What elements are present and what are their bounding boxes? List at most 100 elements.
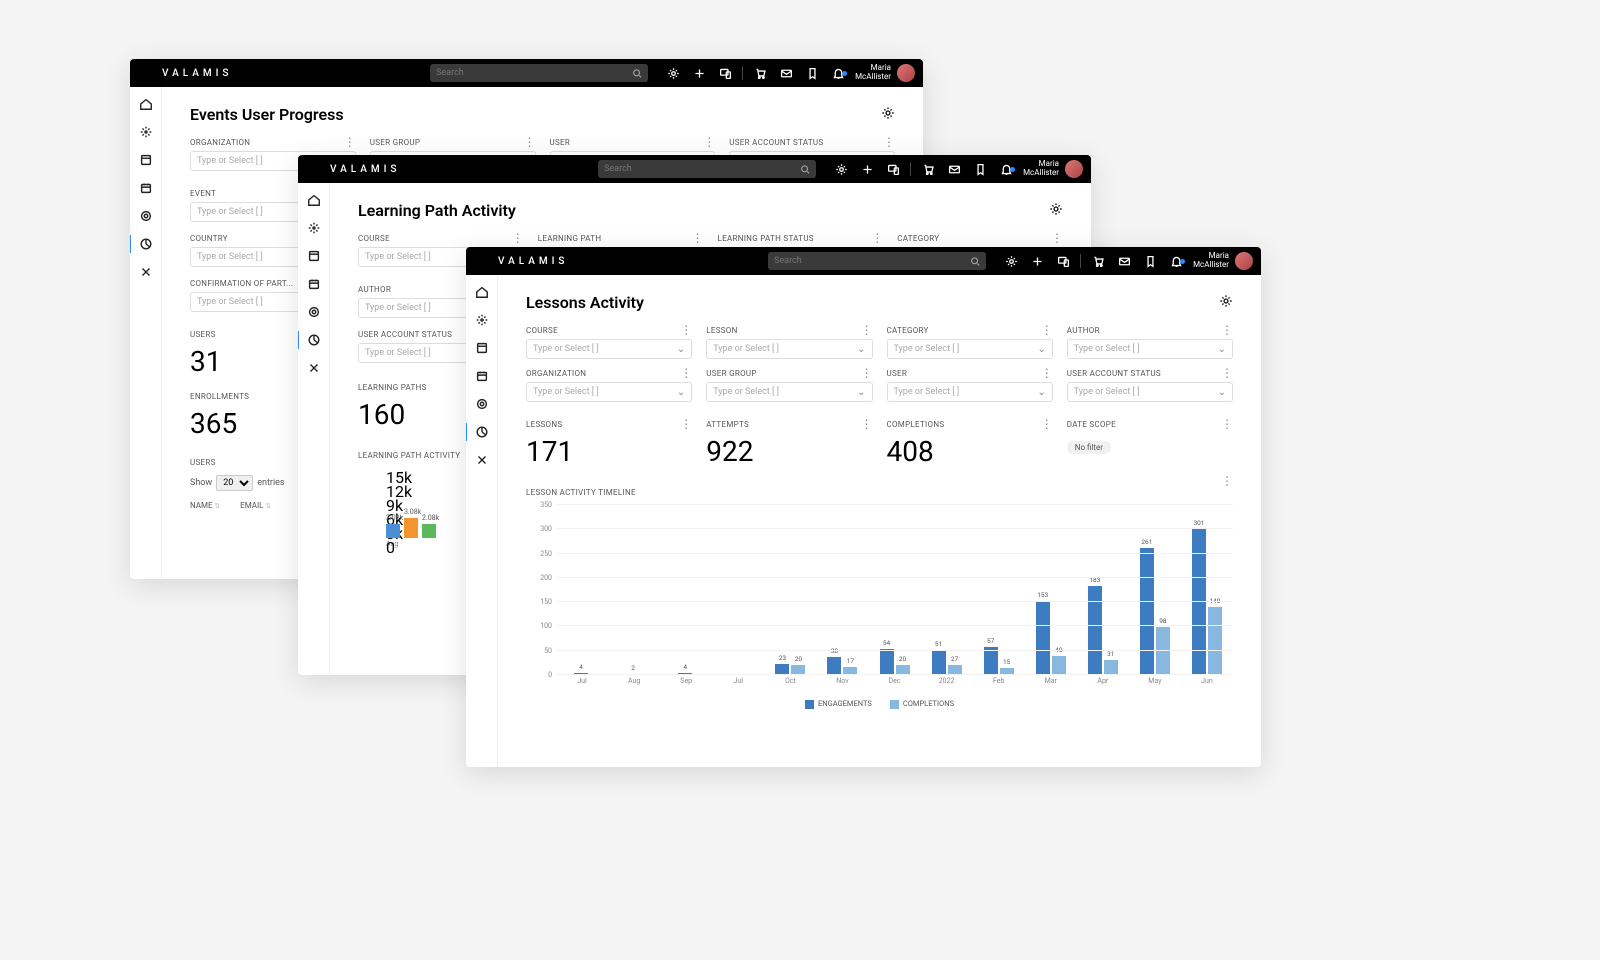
filter-menu-icon[interactable]: ⋮ [861,367,873,379]
mail-icon[interactable] [773,67,799,80]
search-box[interactable] [598,160,816,178]
hamburger-icon[interactable] [466,247,494,275]
nav-book-icon[interactable] [139,153,153,167]
hamburger-icon[interactable] [130,59,158,87]
page-settings-icon[interactable] [1049,201,1063,220]
filter-select[interactable]: Type or Select [ ] [887,382,1053,402]
nav-calendar-icon[interactable] [475,369,489,383]
x-tick: Jul [556,677,608,695]
nav-home-icon[interactable] [475,285,489,299]
filter-menu-icon[interactable]: ⋮ [692,232,704,244]
filter-select[interactable]: Type or Select [ ] [526,339,692,359]
nav-target-icon[interactable] [307,305,321,319]
user-menu[interactable]: MariaMcAllister [1019,160,1091,178]
nav-book-icon[interactable] [475,341,489,355]
mail-icon[interactable] [1111,255,1137,268]
nav-book-icon[interactable] [307,249,321,263]
plus-icon[interactable] [686,67,712,80]
bookmark-icon[interactable] [799,67,825,80]
nav-tools-icon[interactable] [307,361,321,375]
cart-icon[interactable] [747,67,773,80]
nav-compass-icon[interactable] [139,125,153,139]
filter-menu-icon[interactable]: ⋮ [883,136,895,148]
bell-icon[interactable] [993,163,1019,176]
search-box[interactable] [768,252,986,270]
user-menu[interactable]: MariaMcAllister [851,64,923,82]
user-menu[interactable]: MariaMcAllister [1189,252,1261,270]
nav-calendar-icon[interactable] [307,277,321,291]
chart-legend: ENGAGEMENTSCOMPLETIONS [526,699,1233,709]
nav-tools-icon[interactable] [475,453,489,467]
hamburger-icon[interactable] [298,155,326,183]
plus-icon[interactable] [1024,255,1050,268]
filter-menu-icon[interactable]: ⋮ [861,324,873,336]
filter-menu-icon[interactable]: ⋮ [344,136,356,148]
page-size-select[interactable]: 20 [216,475,253,491]
filter-menu-icon[interactable]: ⋮ [1221,367,1233,379]
date-scope-chip[interactable]: No filter [1067,441,1111,454]
gear-icon[interactable] [998,255,1024,268]
search-input[interactable] [774,256,970,266]
gear-icon[interactable] [828,163,854,176]
search-box[interactable] [430,64,648,82]
plus-icon[interactable] [854,163,880,176]
nav-target-icon[interactable] [475,397,489,411]
filter-select[interactable]: Type or Select [ ] [1067,339,1233,359]
nav-calendar-icon[interactable] [139,181,153,195]
filter-menu-icon[interactable]: ⋮ [703,136,715,148]
filter-label: CATEGORY [887,326,1053,335]
search-input[interactable] [604,164,800,174]
devices-icon[interactable] [1050,255,1076,268]
bookmark-icon[interactable] [1137,255,1163,268]
chart-menu-icon[interactable]: ⋮ [1221,474,1233,488]
filter-menu-icon[interactable]: ⋮ [524,136,536,148]
bell-icon[interactable] [825,67,851,80]
filter-select[interactable]: Type or Select [ ] [887,339,1053,359]
filter-menu-icon[interactable]: ⋮ [1051,232,1063,244]
filter-label: LEARNING PATH [538,234,704,243]
col-email[interactable]: EMAIL [240,501,271,510]
x-tick: Apr [1077,677,1129,695]
page-settings-icon[interactable] [881,105,895,124]
nav-reports-icon[interactable] [139,237,153,251]
nav-home-icon[interactable] [307,193,321,207]
filter-menu-icon[interactable]: ⋮ [1221,324,1233,336]
filter-select[interactable]: Type or Select [ ] [706,339,872,359]
nav-tools-icon[interactable] [139,265,153,279]
cart-icon[interactable] [915,163,941,176]
mail-icon[interactable] [941,163,967,176]
devices-icon[interactable] [880,163,906,176]
gear-icon[interactable] [660,67,686,80]
cart-icon[interactable] [1085,255,1111,268]
filter-menu-icon[interactable]: ⋮ [871,232,883,244]
stat-menu-icon[interactable]: ⋮ [680,418,692,430]
devices-icon[interactable] [712,67,738,80]
stat-menu-icon[interactable]: ⋮ [1041,418,1053,430]
nav-compass-icon[interactable] [307,221,321,235]
filter-menu-icon[interactable]: ⋮ [1041,324,1053,336]
nav-reports-icon[interactable] [307,333,321,347]
filter-menu-icon[interactable]: ⋮ [680,324,692,336]
filter-menu-icon[interactable]: ⋮ [1041,367,1053,379]
bar: 38 [827,657,841,675]
nav-target-icon[interactable] [139,209,153,223]
filter-menu-icon[interactable]: ⋮ [512,232,524,244]
page-settings-icon[interactable] [1219,293,1233,312]
bell-icon[interactable] [1163,255,1189,268]
avatar [897,64,915,82]
nav-compass-icon[interactable] [475,313,489,327]
filter-menu-icon[interactable]: ⋮ [680,367,692,379]
filter-select[interactable]: Type or Select [ ] [706,382,872,402]
stat-menu-icon[interactable]: ⋮ [1221,418,1233,430]
filter-select[interactable]: Type or Select [ ] [526,382,692,402]
stat-menu-icon[interactable]: ⋮ [861,418,873,430]
stat-value: 922 [706,435,872,468]
col-name[interactable]: NAME [190,501,220,510]
nav-home-icon[interactable] [139,97,153,111]
bookmark-icon[interactable] [967,163,993,176]
bar: 140 [1208,607,1222,675]
filter-select[interactable]: Type or Select [ ] [1067,382,1233,402]
topbar: VALAMIS MariaMcAllister [298,155,1091,183]
nav-reports-icon[interactable] [475,425,489,439]
search-input[interactable] [436,68,632,78]
